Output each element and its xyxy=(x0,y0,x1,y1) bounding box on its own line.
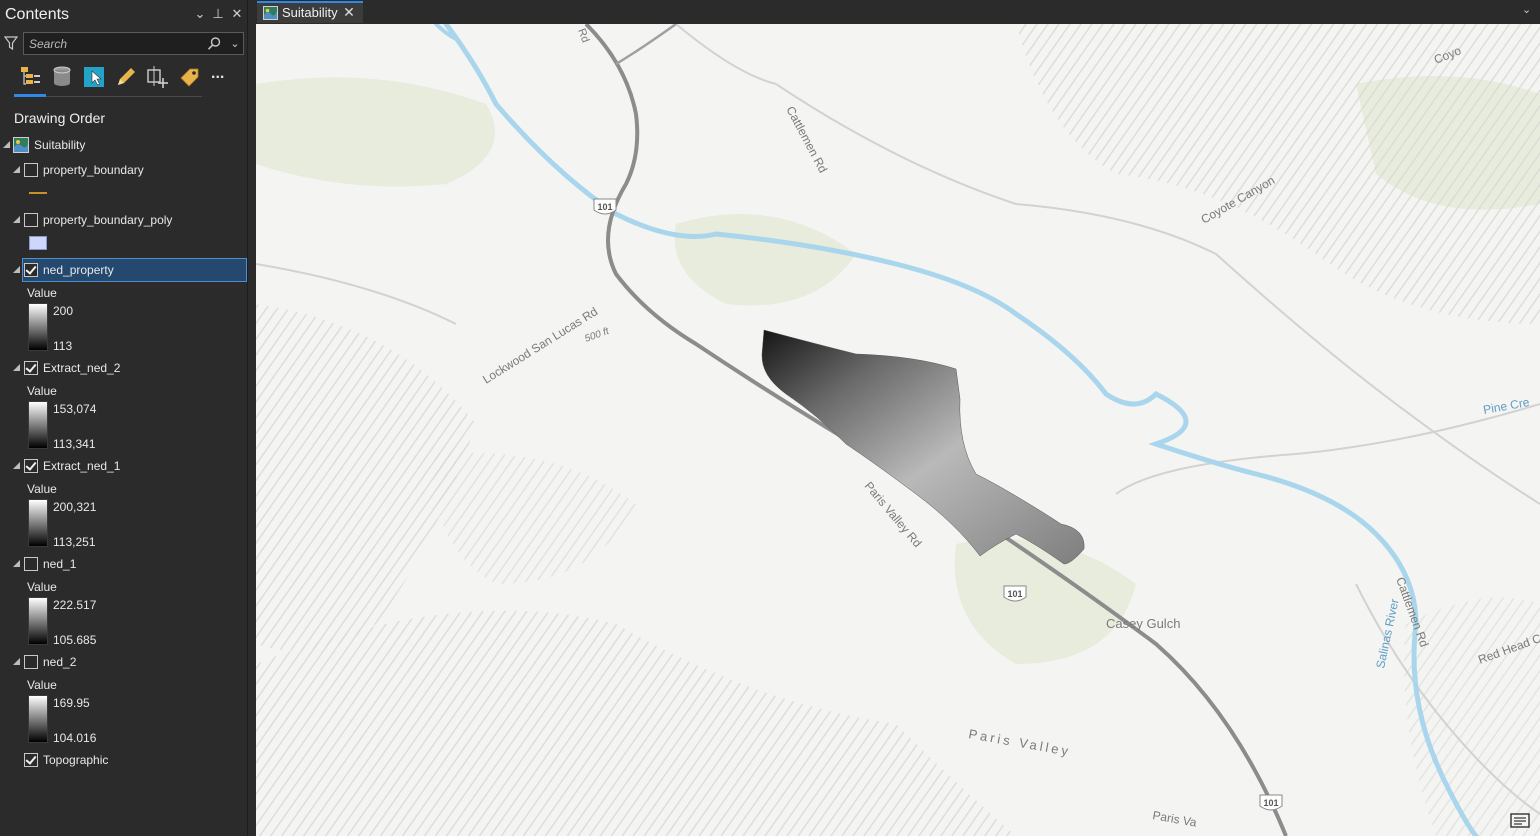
expand-icon[interactable] xyxy=(13,364,21,372)
active-tool-indicator xyxy=(14,94,46,97)
layer-name[interactable]: Extract_ned_2 xyxy=(43,361,120,375)
highway-shield-101: 101 xyxy=(593,198,617,215)
legend-value-label: Value xyxy=(27,384,57,398)
layer-visibility-checkbox[interactable] xyxy=(24,163,38,177)
stretch-color-ramp xyxy=(28,695,48,743)
layer-name[interactable]: ned_1 xyxy=(43,557,76,571)
layer-visibility-checkbox[interactable] xyxy=(24,655,38,669)
layer-row-property-boundary[interactable]: property_boundary xyxy=(0,159,248,181)
map-label-lockwood-rd: Lockwood San Lucas Rd xyxy=(480,304,600,386)
layer-row-ned-2[interactable]: ned_2 xyxy=(0,651,248,673)
list-by-drawing-order-icon[interactable] xyxy=(17,64,43,90)
stretch-color-ramp xyxy=(28,303,48,351)
legend-value-label: Value xyxy=(27,678,57,692)
search-options-chevron-down-icon[interactable]: ⌄ xyxy=(228,36,242,52)
search-input[interactable] xyxy=(24,33,204,54)
expand-icon[interactable] xyxy=(13,462,21,470)
map-name: Suitability xyxy=(34,138,86,152)
expand-icon[interactable] xyxy=(13,266,21,274)
expand-icon[interactable] xyxy=(13,658,21,666)
tree-row-map[interactable]: Suitability xyxy=(0,134,248,156)
list-by-editing-icon[interactable] xyxy=(113,64,139,90)
map-icon xyxy=(263,6,278,20)
legend-low-value: 105.685 xyxy=(53,633,97,647)
layer-visibility-checkbox[interactable] xyxy=(24,263,38,277)
layer-name[interactable]: ned_2 xyxy=(43,655,76,669)
layer-visibility-checkbox[interactable] xyxy=(24,753,38,767)
layer-row-extract-ned-1[interactable]: Extract_ned_1 xyxy=(0,455,248,477)
layer-row-ned-1[interactable]: ned_1 xyxy=(0,553,248,575)
close-icon[interactable]: ✕ xyxy=(229,6,245,22)
list-by-data-source-icon[interactable] xyxy=(49,64,75,90)
pin-icon[interactable]: ⊥ xyxy=(210,6,226,22)
polygon-symbol-swatch xyxy=(29,236,47,250)
contents-header: Contents ⌄ ⊥ ✕ xyxy=(0,0,248,30)
svg-text:101: 101 xyxy=(1263,798,1278,808)
stretch-color-ramp xyxy=(28,401,48,449)
stretch-color-ramp xyxy=(28,499,48,547)
list-by-labeling-icon[interactable] xyxy=(177,64,203,90)
layer-row-property-boundary-poly[interactable]: property_boundary_poly xyxy=(0,209,248,231)
map-canvas[interactable]: Cattlemen Rd Coyote Canyon Coyo Lockwood… xyxy=(256,24,1540,836)
stretch-color-ramp xyxy=(28,597,48,645)
tab-label: Suitability xyxy=(282,5,338,20)
legend-value-label: Value xyxy=(27,286,57,300)
layer-visibility-checkbox[interactable] xyxy=(24,213,38,227)
pane-options-chevron-down-icon[interactable]: ⌄ xyxy=(192,6,208,22)
filter-icon[interactable] xyxy=(3,35,19,51)
legend-high-value: 222.517 xyxy=(53,598,97,612)
tab-list-chevron-down-icon[interactable]: ⌄ xyxy=(1522,3,1536,19)
svg-text:101: 101 xyxy=(1007,589,1022,599)
legend-high-value: 169.95 xyxy=(53,696,90,710)
highway-shield-101: 101 xyxy=(1259,794,1283,811)
legend-high-value: 200 xyxy=(53,304,74,318)
layer-row-extract-ned-2[interactable]: Extract_ned_2 xyxy=(0,357,248,379)
legend-low-value: 113 xyxy=(53,339,73,353)
layer-row-ned-property[interactable]: ned_property xyxy=(0,259,248,281)
highway-shield-101: 101 xyxy=(1003,585,1027,602)
contents-title: Contents xyxy=(5,6,70,23)
layer-name[interactable]: property_boundary xyxy=(43,163,144,177)
legend-low-value: 113,251 xyxy=(53,535,96,549)
basemap-topographic: Cattlemen Rd Coyote Canyon Coyo Lockwood… xyxy=(256,24,1540,836)
expand-icon[interactable] xyxy=(13,560,21,568)
legend-value-label: Value xyxy=(27,580,57,594)
layer-name[interactable]: Topographic xyxy=(43,753,108,767)
list-by-selection-icon[interactable] xyxy=(81,64,107,90)
search-box: ⌄ xyxy=(23,32,244,55)
map-icon xyxy=(13,137,29,153)
list-by-snapping-icon[interactable] xyxy=(145,64,171,90)
expand-icon[interactable] xyxy=(13,216,21,224)
tab-suitability[interactable]: Suitability ✕ xyxy=(257,1,363,23)
legend-low-value: 104.016 xyxy=(53,731,97,745)
layer-visibility-checkbox[interactable] xyxy=(24,459,38,473)
legend-high-value: 153,074 xyxy=(53,402,97,416)
attribution-icon[interactable] xyxy=(1510,812,1532,830)
map-label-casey-gulch: Casey Gulch xyxy=(1106,616,1180,631)
more-icon[interactable]: ... xyxy=(211,64,237,90)
line-symbol-swatch xyxy=(29,192,47,194)
expand-icon[interactable] xyxy=(3,141,11,149)
layer-name[interactable]: ned_property xyxy=(43,263,114,277)
layer-name[interactable]: property_boundary_poly xyxy=(43,213,172,227)
map-label-paris-valley: Paris Valley xyxy=(967,726,1072,759)
layer-name[interactable]: Extract_ned_1 xyxy=(43,459,120,473)
layer-visibility-checkbox[interactable] xyxy=(24,557,38,571)
svg-text:101: 101 xyxy=(597,202,612,212)
close-tab-icon[interactable]: ✕ xyxy=(342,4,356,20)
ned-property-raster xyxy=(761,329,1085,565)
map-label-paris-va: Paris Va xyxy=(1151,808,1198,830)
layer-row-topographic[interactable]: Topographic xyxy=(0,749,248,771)
expand-icon[interactable] xyxy=(13,166,21,174)
legend-high-value: 200,321 xyxy=(53,500,97,514)
map-label-elevation-500: 500 ft xyxy=(583,326,611,345)
search-icon[interactable] xyxy=(206,36,222,52)
legend-low-value: 113,341 xyxy=(53,437,96,451)
map-tab-strip: Suitability ✕ ⌄ xyxy=(250,0,1540,24)
layer-visibility-checkbox[interactable] xyxy=(24,361,38,375)
search-row: ⌄ xyxy=(0,31,248,57)
contents-pane: Contents ⌄ ⊥ ✕ ⌄ xyxy=(0,0,248,836)
legend-value-label: Value xyxy=(27,482,57,496)
section-title: Drawing Order xyxy=(14,110,106,126)
